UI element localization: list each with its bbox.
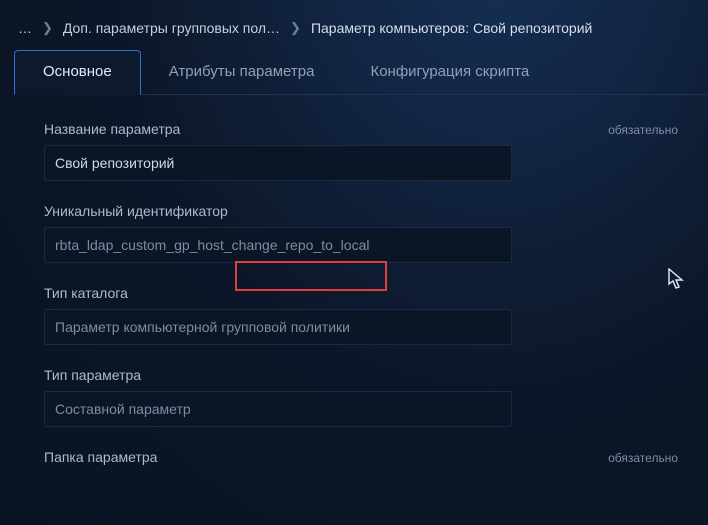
label-catalog-type: Тип каталога	[44, 285, 128, 301]
form-main: Название параметра обязательно Свой репо…	[14, 95, 708, 465]
breadcrumb-item[interactable]: Доп. параметры групповых пол…	[63, 20, 280, 36]
input-catalog-type[interactable]: Параметр компьютерной групповой политики	[44, 309, 512, 345]
input-uid[interactable]: rbta_ldap_custom_gp_host_change_repo_to_…	[44, 227, 512, 263]
chevron-right-icon: ❯	[290, 20, 301, 36]
label-uid: Уникальный идентификатор	[44, 203, 228, 219]
tab-script-config[interactable]: Конфигурация скрипта	[342, 51, 557, 94]
input-name[interactable]: Свой репозиторий	[44, 145, 512, 181]
tab-attributes[interactable]: Атрибуты параметра	[141, 51, 343, 94]
field-name: Название параметра обязательно Свой репо…	[44, 121, 678, 181]
field-param-type: Тип параметра Составной параметр	[44, 367, 678, 427]
label-folder: Папка параметра	[44, 449, 157, 465]
breadcrumb-ellipsis[interactable]: …	[18, 20, 32, 36]
breadcrumb-current: Параметр компьютеров: Свой репозиторий	[311, 20, 592, 36]
field-folder: Папка параметра обязательно	[44, 449, 678, 465]
breadcrumb: … ❯ Доп. параметры групповых пол… ❯ Пара…	[14, 14, 708, 50]
required-badge: обязательно	[608, 123, 678, 137]
tab-main[interactable]: Основное	[14, 50, 141, 95]
field-catalog-type: Тип каталога Параметр компьютерной групп…	[44, 285, 678, 345]
field-uid: Уникальный идентификатор rbta_ldap_custo…	[44, 203, 678, 263]
label-param-type: Тип параметра	[44, 367, 141, 383]
chevron-right-icon: ❯	[42, 20, 53, 36]
input-param-type[interactable]: Составной параметр	[44, 391, 512, 427]
label-name: Название параметра	[44, 121, 180, 137]
required-badge: обязательно	[608, 451, 678, 465]
tabs: Основное Атрибуты параметра Конфигурация…	[14, 50, 708, 95]
